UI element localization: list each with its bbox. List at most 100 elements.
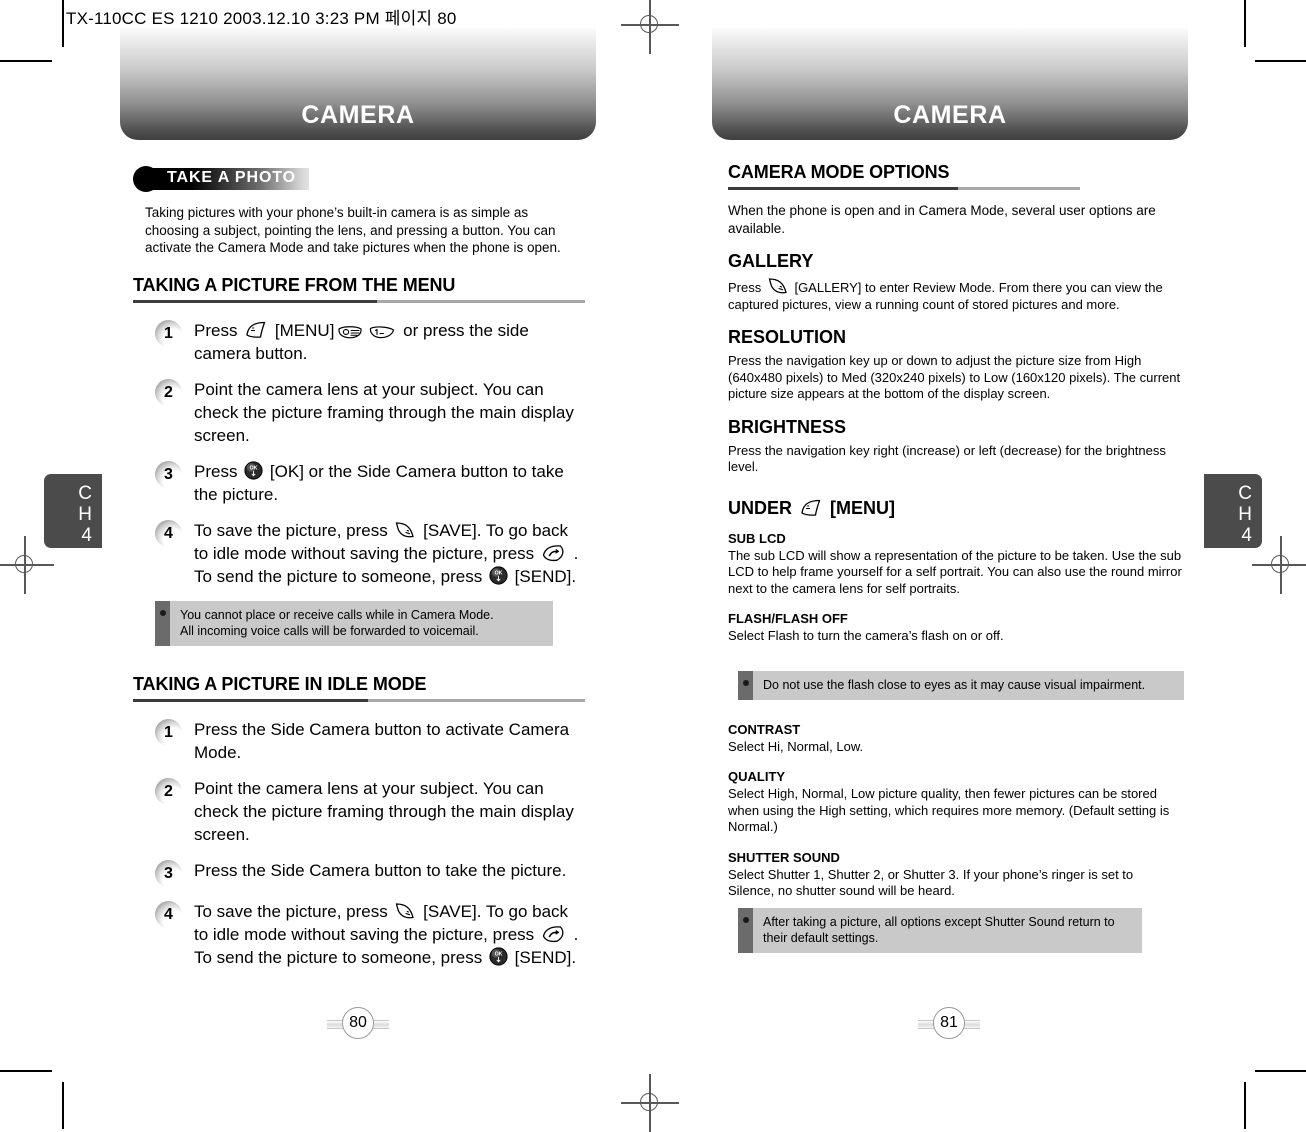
contrast-heading: CONTRAST [728, 721, 801, 737]
banner-title-right: CAMERA [893, 101, 1007, 129]
contrast-body: Select Hi, Normal, Low. [728, 738, 864, 754]
content-left: TAKE A PHOTO Taking pictures with your p… [133, 166, 585, 982]
softkey-left-icon [799, 499, 823, 517]
ok-key-icon: OK [489, 565, 508, 585]
key-1-icon [368, 325, 396, 339]
numbered-step: 1 Press the Side Camera button to activat… [155, 718, 585, 764]
take-a-photo-badge: TAKE A PHOTO [133, 166, 309, 192]
crop-mark-top-left-vertical [62, 0, 64, 47]
step-number-badge: 4 [155, 900, 182, 928]
chapter-tab-right: C H 4 [1204, 474, 1262, 548]
svg-text:OK: OK [495, 951, 503, 957]
section-heading-camera-mode-options: CAMERA MODE OPTIONS [728, 162, 1198, 190]
numbered-step: 3 Press OK [OK] or the Side Camera button… [155, 460, 585, 506]
softkey-right-icon [394, 902, 416, 920]
registration-mark-top-center [621, 0, 679, 54]
flash-body: Select Flash to turn the camera’s flash … [728, 628, 1004, 643]
chapter-letter-c-right: C [1238, 483, 1252, 504]
crop-mark-top-right-horizontal [1255, 60, 1306, 62]
crop-mark-top-right-vertical [1244, 0, 1246, 47]
numbered-step: 4 To save the picture, press [SAVE]. To g… [155, 900, 585, 969]
step-text: Press the Side Camera button to activate… [194, 719, 570, 762]
page-banner-right: CAMERA [712, 28, 1188, 140]
section-heading-idle-mode: TAKING A PICTURE IN IDLE MODE [133, 674, 585, 702]
steps-idle-mode: 1 Press the Side Camera button to activat… [155, 718, 585, 969]
numbered-step: 2 Point the camera lens at your subject. … [155, 777, 585, 846]
numbered-step: 4 To save the picture, press [SAVE]. To g… [155, 519, 585, 588]
note-text: You cannot place or receive calls while … [170, 600, 553, 646]
ok-key-icon: OK [244, 460, 263, 480]
numbered-step: 3 Press the Side Camera button to take th… [155, 859, 585, 887]
page-number-right-value: 81 [933, 1007, 965, 1039]
step-text: To save the picture, press [SAVE]. To go… [194, 520, 579, 586]
registration-mark-right-center [1252, 536, 1306, 594]
crop-mark-bottom-right-horizontal [1255, 1070, 1306, 1072]
softkey-right-icon [394, 521, 416, 539]
chapter-letter-h-right: H [1238, 504, 1252, 525]
svg-text:OK: OK [495, 570, 503, 576]
banner-title-left: CAMERA [301, 101, 415, 129]
step-text: Point the camera lens at your subject. Y… [194, 379, 574, 445]
crop-mark-bottom-right-vertical [1244, 1082, 1246, 1129]
note-bullet-icon [155, 600, 170, 646]
note-camera-mode-calls: You cannot place or receive calls while … [155, 600, 553, 646]
gallery-body: Press [GALLERY] to enter Review Mode. Fr… [728, 277, 1196, 313]
flash-heading: FLASH/FLASH OFF [728, 611, 848, 626]
chapter-number-right: 4 [1241, 525, 1252, 546]
section2-title: TAKING A PICTURE IN IDLE MODE [133, 673, 427, 694]
resolution-heading: RESOLUTION [728, 327, 847, 347]
steps-from-menu: 1 Press [MENU] or press the side camera b… [155, 319, 585, 588]
step-number-badge: 1 [155, 319, 182, 347]
quality-body: Select High, Normal, Low picture quality… [728, 786, 1170, 834]
step-text: Point the camera lens at your subject. Y… [194, 778, 574, 844]
registration-mark-bottom-center [621, 1074, 679, 1132]
step-number-badge: 3 [155, 460, 182, 488]
step-number-badge: 2 [155, 777, 182, 805]
crop-mark-bottom-left-horizontal [0, 1070, 52, 1072]
crop-mark-top-left-horizontal [0, 60, 52, 62]
step-text: Press OK [OK] or the Side Camera button … [194, 460, 564, 504]
shutter-sound-heading: SHUTTER SOUND [728, 849, 840, 865]
note-bullet-icon-shutter [738, 907, 753, 953]
note-bullet-icon-flash [738, 670, 753, 700]
note-flash-warning: Do not use the flash close to eyes as it… [738, 670, 1184, 700]
section-heading-from-menu: TAKING A PICTURE FROM THE MENU [133, 275, 585, 303]
page-banner-left: CAMERA [120, 28, 596, 140]
softkey-left-icon [244, 321, 268, 339]
note-flash-text: Do not use the flash close to eyes as it… [753, 670, 1184, 700]
note-shutter-defaults: After taking a picture, all options exce… [738, 907, 1142, 953]
chapter-number: 4 [81, 525, 92, 546]
page-number-left-value: 80 [342, 1007, 374, 1039]
step-number-badge: 3 [155, 859, 182, 887]
section1-title: TAKING A PICTURE FROM THE MENU [133, 274, 456, 295]
gallery-heading: GALLERY [728, 251, 814, 271]
end-key-icon [541, 925, 567, 943]
softkey-right-icon [767, 277, 789, 295]
document-slug: TX-110CC ES 1210 2003.12.10 3:23 PM 페이지 … [66, 9, 457, 28]
key-0-icon [336, 325, 364, 339]
ok-key-icon: OK [489, 946, 508, 966]
step-text: To save the picture, press [SAVE]. To go… [194, 901, 579, 967]
step-text: Press [MENU] or press the side camera bu… [194, 320, 529, 363]
resolution-body: Press the navigation key up or down to a… [728, 353, 1181, 401]
svg-text:OK: OK [250, 465, 258, 471]
chapter-tab-left: C H 4 [44, 474, 102, 548]
right-intro: When the phone is open and in Camera Mod… [728, 203, 1156, 236]
step-number-badge: 1 [155, 718, 182, 746]
registration-mark-left-center [0, 536, 54, 594]
sub-lcd-heading: SUB LCD [728, 530, 786, 546]
step-number-badge: 2 [155, 378, 182, 406]
sub-lcd-body: The sub LCD will show a representation o… [728, 547, 1182, 596]
numbered-step: 1 Press [MENU] or press the side camera b… [155, 319, 585, 365]
step-number-badge: 4 [155, 519, 182, 547]
page-number-right: 81 [917, 1005, 981, 1041]
quality-heading: QUALITY [728, 769, 786, 784]
end-key-icon [541, 544, 567, 562]
shutter-sound-body: Select Shutter 1, Shutter 2, or Shutter … [728, 866, 1134, 899]
brightness-heading: BRIGHTNESS [728, 416, 847, 437]
note-shutter-text: After taking a picture, all options exce… [753, 907, 1142, 953]
numbered-step: 2 Point the camera lens at your subject. … [155, 378, 585, 447]
camera-mode-options-title: CAMERA MODE OPTIONS [728, 162, 950, 182]
chapter-letter-c: C [78, 483, 92, 504]
chapter-letter-h: H [78, 504, 92, 525]
